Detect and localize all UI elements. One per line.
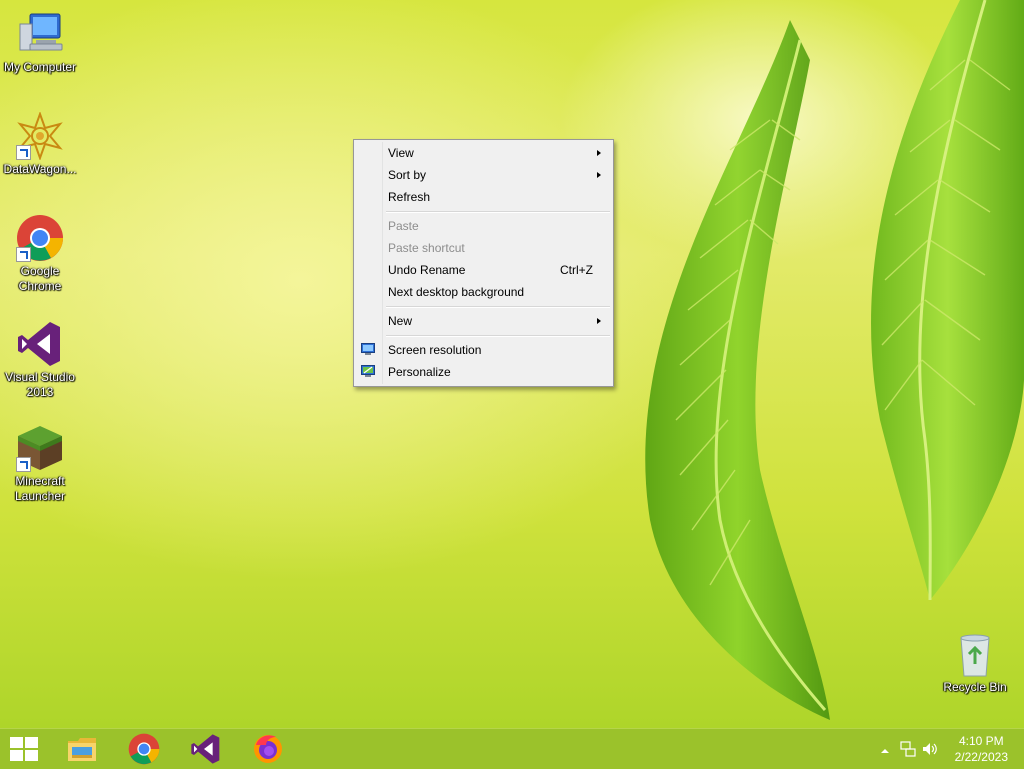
menu-item-screen-resolution[interactable]: Screen resolution (356, 339, 611, 361)
menu-item-label: Screen resolution (388, 343, 482, 357)
show-hidden-icons-button[interactable] (880, 743, 890, 761)
desktop-icon-label: Visual Studio 2013 (5, 370, 75, 399)
display-settings-icon (361, 343, 375, 355)
submenu-arrow-icon (597, 318, 601, 324)
minecraft-icon (16, 424, 64, 472)
chrome-icon (16, 214, 64, 262)
desktop-icon-datawagon[interactable]: DataWagon... (0, 111, 80, 177)
shortcut-arrow-icon (16, 247, 31, 262)
menu-item-paste-shortcut[interactable]: Paste shortcut (356, 237, 611, 259)
taskbar-chrome-button[interactable] (116, 729, 172, 769)
menu-item-shortcut: Ctrl+Z (560, 263, 593, 277)
desktop-icon-label: My Computer (3, 60, 77, 74)
visual-studio-icon (191, 734, 220, 764)
network-icon (900, 741, 916, 757)
desktop-icon-label: DataWagon... (3, 162, 77, 176)
start-icon (10, 737, 38, 761)
datawagon-icon (16, 111, 64, 161)
menu-item-new[interactable]: New (356, 310, 611, 332)
menu-item-undo-rename[interactable]: Undo Rename Ctrl+Z (356, 259, 611, 281)
submenu-arrow-icon (597, 172, 601, 178)
clock-date: 2/22/2023 (954, 750, 1008, 764)
desktop-icon-label: Google Chrome (18, 264, 62, 293)
visual-studio-icon (16, 320, 64, 368)
menu-item-view[interactable]: View (356, 142, 611, 164)
menu-item-label: View (388, 146, 414, 160)
menu-separator (386, 335, 610, 337)
desktop-icon-google-chrome[interactable]: Google Chrome (0, 214, 80, 294)
desktop-icon-visual-studio-2013[interactable]: Visual Studio 2013 (0, 320, 80, 400)
file-explorer-icon (68, 738, 96, 761)
firefox-icon (254, 735, 282, 763)
menu-item-label: Paste shortcut (388, 241, 465, 255)
taskbar: 4:10 PM 2/22/2023 (0, 728, 1024, 769)
desktop-icon-minecraft-launcher[interactable]: Minecraft Launcher (0, 424, 80, 504)
volume-button[interactable] (922, 741, 938, 762)
taskbar-file-explorer-button[interactable] (54, 729, 110, 769)
menu-separator (386, 211, 610, 213)
desktop-icon-label: Minecraft Launcher (14, 474, 66, 503)
menu-item-label: Undo Rename (388, 263, 466, 277)
clock-time: 4:10 PM (958, 734, 1004, 748)
taskbar-clock[interactable]: 4:10 PM 2/22/2023 (955, 733, 1008, 765)
taskbar-firefox-button[interactable] (240, 729, 296, 769)
desktop-icon-recycle-bin[interactable]: Recycle Bin (935, 630, 1015, 695)
menu-item-label: Paste (388, 219, 419, 233)
shortcut-arrow-icon (16, 457, 31, 472)
shortcut-arrow-icon (16, 145, 31, 160)
submenu-arrow-icon (597, 150, 601, 156)
menu-separator (386, 306, 610, 308)
menu-item-label: Sort by (388, 168, 427, 182)
desktop-icon-my-computer[interactable]: My Computer (0, 10, 80, 75)
network-button[interactable] (900, 741, 916, 762)
system-tray: 4:10 PM 2/22/2023 (864, 729, 1024, 769)
menu-item-label: Next desktop background (388, 285, 525, 299)
menu-item-sort-by[interactable]: Sort by (356, 164, 611, 186)
desktop-context-menu: View Sort by Refresh Paste Paste shortcu… (353, 139, 614, 387)
chevron-up-icon (881, 749, 889, 753)
menu-item-refresh[interactable]: Refresh (356, 186, 611, 208)
speaker-icon (923, 743, 937, 755)
recycle-bin-icon (951, 630, 999, 678)
desktop-icon-label: Recycle Bin (943, 680, 1007, 694)
personalize-icon (361, 365, 375, 377)
computer-icon (16, 10, 64, 58)
menu-item-label: Refresh (388, 190, 431, 204)
start-button[interactable] (0, 729, 48, 769)
menu-item-label: New (388, 314, 413, 328)
menu-item-personalize[interactable]: Personalize (356, 361, 611, 383)
taskbar-visual-studio-button[interactable] (178, 729, 234, 769)
menu-item-next-desktop-background[interactable]: Next desktop background (356, 281, 611, 303)
menu-item-label: Personalize (388, 365, 451, 379)
chrome-icon (128, 733, 160, 765)
menu-item-paste[interactable]: Paste (356, 215, 611, 237)
